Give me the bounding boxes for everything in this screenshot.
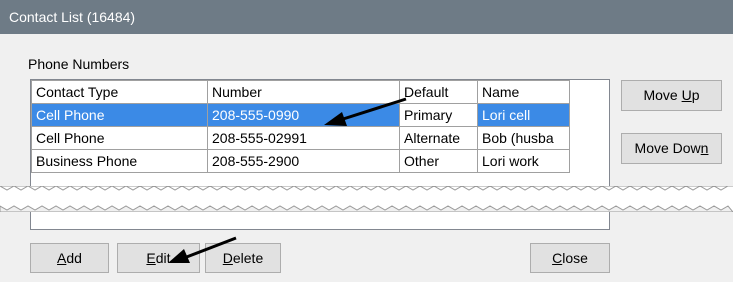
edit-label-key: E (146, 250, 156, 266)
column-header-default[interactable]: Default (399, 80, 478, 104)
close-label-post: lose (562, 250, 588, 266)
move-up-label-pre: Move (643, 87, 682, 103)
cell-name[interactable]: Lori work (477, 149, 570, 173)
add-label-key: A (57, 250, 67, 266)
annotation-arrow-icon (324, 97, 407, 126)
contact-list-window: Contact List (16484) Phone Numbers Conta… (0, 0, 733, 282)
add-button[interactable]: Add (30, 243, 109, 273)
column-header-contact-type[interactable]: Contact Type (31, 80, 208, 104)
cell-name[interactable]: Bob (husba (477, 126, 570, 150)
cell-default[interactable]: Other (399, 149, 478, 173)
cell-default[interactable]: Primary (399, 103, 478, 127)
cell-number[interactable]: 208-555-2900 (207, 149, 400, 173)
cell-name[interactable]: Lori cell (477, 103, 570, 127)
phone-numbers-table: Contact Type Number Default Name Cell Ph… (31, 80, 570, 173)
move-up-label-post: p (691, 87, 700, 103)
grid-bottom-edge (30, 212, 610, 230)
move-down-button[interactable]: Move Down (621, 133, 722, 164)
cell-contact-type[interactable]: Business Phone (31, 149, 208, 173)
move-up-button[interactable]: Move Up (621, 80, 722, 111)
table-row[interactable]: Business Phone 208-555-2900 Other Lori w… (31, 149, 570, 173)
torn-edge-separator (0, 185, 733, 213)
annotation-arrow-icon (168, 236, 237, 263)
move-up-label-key: U (681, 87, 692, 103)
cell-default[interactable]: Alternate (399, 126, 478, 150)
cell-contact-type[interactable]: Cell Phone (31, 126, 208, 150)
add-label-post: dd (66, 250, 82, 266)
table-header-row: Contact Type Number Default Name (31, 80, 570, 104)
close-button[interactable]: Close (530, 243, 610, 273)
move-down-label-pre: Move Dow (634, 140, 701, 156)
window-title: Contact List (16484) (0, 0, 733, 34)
table-row[interactable]: Cell Phone 208-555-02991 Alternate Bob (… (31, 126, 570, 150)
torn-edge-graphic (0, 185, 733, 213)
close-label-key: C (552, 250, 563, 266)
phone-numbers-label: Phone Numbers (28, 56, 130, 72)
move-down-label-key: n (700, 140, 709, 156)
column-header-name[interactable]: Name (477, 80, 570, 104)
cell-contact-type[interactable]: Cell Phone (31, 103, 208, 127)
table-row[interactable]: Cell Phone 208-555-0990 Primary Lori cel… (31, 103, 570, 127)
